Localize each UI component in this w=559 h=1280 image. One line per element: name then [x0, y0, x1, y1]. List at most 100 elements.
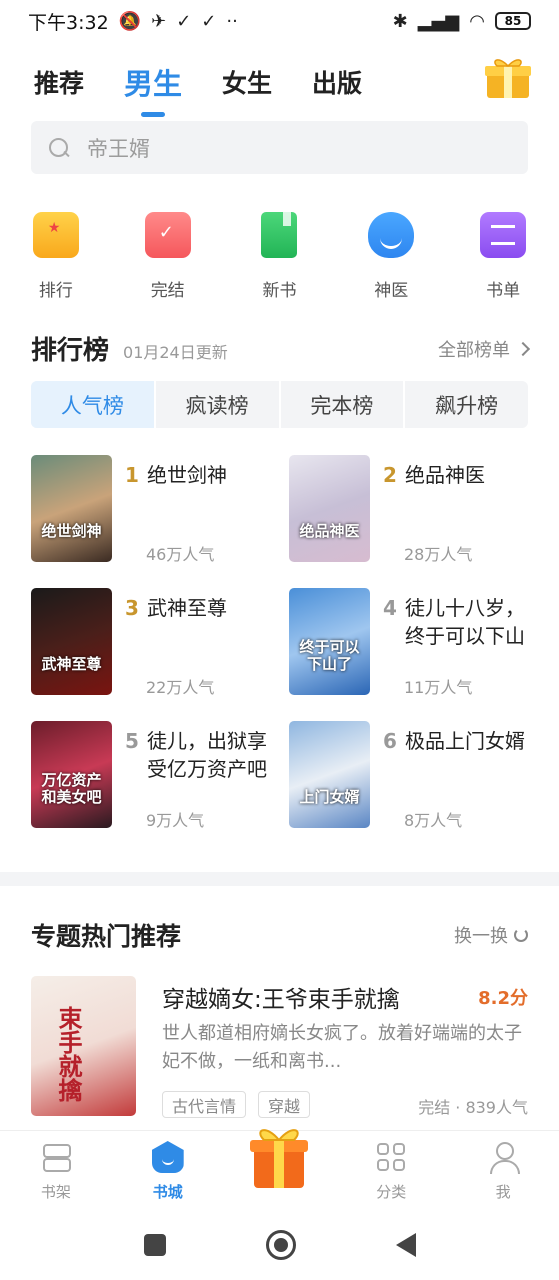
system-nav-bar	[0, 1210, 559, 1280]
telegram-icon: ✈	[151, 10, 167, 32]
book-description: 世人都道相府嫡长女疯了。放着好端端的太子妃不做，一纸和离书...	[162, 1023, 522, 1072]
quick-entry-booklist[interactable]: 书单	[447, 212, 559, 301]
quick-entry-label: 新书	[262, 281, 297, 301]
ranking-item[interactable]: 上门女婿 6 极品上门女婿 8万人气	[289, 721, 529, 830]
ranking-item[interactable]: 终于可以下山了 4 徒儿十八岁，终于可以下山了 11万人气	[289, 588, 529, 697]
tab-popular[interactable]: 人气榜	[31, 381, 156, 428]
rank-number: 6	[383, 729, 397, 753]
tab-female[interactable]: 女生	[222, 64, 272, 100]
nav-bookstore[interactable]: 书城	[112, 1131, 224, 1210]
book-tag[interactable]: 穿越	[258, 1091, 311, 1118]
recent-apps-button[interactable]	[143, 1234, 166, 1256]
rank-number: 5	[125, 729, 139, 753]
ranking-item[interactable]: 万亿资产和美女吧 5 徒儿，出狱享受亿万资产吧 9万人气	[31, 721, 271, 830]
new-book-icon	[261, 212, 298, 258]
nav-profile[interactable]: 我	[447, 1131, 559, 1210]
gift-icon[interactable]	[246, 1120, 312, 1190]
gift-icon[interactable]	[483, 54, 533, 100]
nav-label: 书架	[40, 1183, 71, 1201]
all-rankings-label: 全部榜单	[438, 339, 510, 361]
status-bar: 下午3:32 🔕 ✈ ✓ ✓ ·· ✱ ▂▄▆ ◠ 85	[0, 0, 559, 42]
section-divider	[0, 872, 559, 886]
nav-category[interactable]: 分类	[335, 1131, 447, 1210]
ranking-tabs: 人气榜 疯读榜 完本榜 飙升榜	[31, 381, 528, 428]
nav-label: 分类	[376, 1183, 407, 1201]
search-bar[interactable]: 帝王婿	[31, 121, 528, 174]
quick-entry-label: 排行	[38, 281, 73, 301]
all-rankings-link[interactable]: 全部榜单	[438, 336, 531, 362]
tab-rising[interactable]: 飙升榜	[405, 381, 528, 428]
completed-icon	[144, 212, 191, 258]
search-icon	[47, 136, 71, 160]
popularity: 46万人气	[146, 545, 215, 564]
book-title: 徒儿，出狱享受亿万资产吧	[147, 729, 267, 781]
popularity: 9万人气	[146, 811, 205, 830]
more-icon: ··	[226, 10, 238, 32]
popularity: 8万人气	[404, 811, 463, 830]
cover-title: 绝世剑神	[41, 522, 102, 540]
book-title: 极品上门女婿	[405, 729, 525, 753]
tab-male[interactable]: 男生	[124, 61, 182, 103]
wifi-icon: ◠	[469, 10, 485, 32]
book-title: 绝世剑神	[147, 463, 227, 487]
book-cover: 上门女婿	[289, 721, 370, 828]
search-placeholder: 帝王婿	[87, 136, 150, 161]
nav-label: 书城	[152, 1183, 183, 1201]
tab-recommend[interactable]: 推荐	[34, 64, 84, 100]
popularity: 11万人气	[404, 678, 473, 697]
quick-entries: 排行 完结 新书 神医 书单	[0, 212, 559, 301]
cover-title: 束手就擒	[54, 1006, 82, 1102]
refresh-button[interactable]: 换一换	[454, 922, 528, 948]
ranking-update-date: 01月24日更新	[123, 342, 228, 362]
booklist-icon	[480, 212, 527, 258]
channel-tabs: 推荐 男生 女生 出版	[0, 52, 559, 112]
ranking-item[interactable]: 武神至尊 3 武神至尊 22万人气	[31, 588, 271, 697]
ranking-title: 排行榜	[31, 336, 110, 366]
book-cover: 绝世剑神	[31, 455, 112, 562]
profile-icon	[487, 1141, 521, 1174]
book-cover: 终于可以下山了	[289, 588, 370, 695]
popularity: 22万人气	[146, 678, 215, 697]
popularity: 28万人气	[404, 545, 473, 564]
ranking-header: 排行榜 01月24日更新 全部榜单	[31, 330, 531, 367]
nav-bookshelf[interactable]: 书架	[0, 1131, 112, 1210]
nav-label: 我	[495, 1183, 511, 1201]
mute-icon: 🔕	[118, 10, 142, 32]
book-title: 穿越嫡女:王爷束手就擒	[162, 987, 400, 1013]
ranking-item[interactable]: 绝世剑神 1 绝世剑神 46万人气	[31, 455, 271, 564]
home-button[interactable]	[265, 1230, 296, 1260]
book-score: 8.2分	[478, 988, 528, 1009]
recommended-book-card[interactable]: 束手就擒 穿越嫡女:王爷束手就擒 8.2分 世人都道相府嫡长女疯了。放着好端端的…	[31, 976, 528, 1118]
topic-header: 专题热门推荐 换一换	[31, 917, 528, 953]
tab-crazy-read[interactable]: 疯读榜	[156, 381, 281, 428]
quick-entry-doctor[interactable]: 神医	[335, 212, 447, 301]
chevron-right-icon	[515, 341, 531, 356]
rank-number: 1	[125, 463, 139, 487]
bookshelf-icon	[40, 1141, 72, 1173]
status-time: 下午3:32	[28, 11, 109, 34]
bluetooth-icon: ✱	[392, 10, 408, 32]
book-tag[interactable]: 古代言情	[162, 1091, 247, 1118]
rank-number: 2	[383, 463, 397, 487]
rank-icon	[32, 212, 79, 258]
check-icon: ✓	[201, 10, 217, 32]
refresh-label: 换一换	[454, 926, 508, 947]
rank-number: 4	[383, 596, 397, 620]
quick-entry-rank[interactable]: 排行	[0, 212, 112, 301]
book-cover: 绝品神医	[289, 455, 370, 562]
book-meta: 完结 · 839人气	[418, 1098, 528, 1117]
rank-number: 3	[125, 596, 139, 620]
tab-finished[interactable]: 完本榜	[281, 381, 406, 428]
cover-title: 绝品神医	[299, 522, 360, 540]
quick-entry-new-book[interactable]: 新书	[224, 212, 336, 301]
ranking-item[interactable]: 绝品神医 2 绝品神医 28万人气	[289, 455, 529, 564]
back-button[interactable]	[395, 1233, 416, 1257]
doctor-icon	[368, 212, 415, 258]
quick-entry-completed[interactable]: 完结	[112, 212, 224, 301]
book-cover: 束手就擒	[31, 976, 136, 1116]
cover-title: 上门女婿	[299, 788, 360, 806]
quick-entry-label: 书单	[486, 281, 521, 301]
cover-title: 终于可以下山了	[299, 638, 360, 673]
tab-publish[interactable]: 出版	[312, 64, 362, 100]
book-title: 徒儿十八岁，终于可以下山了	[405, 596, 525, 648]
